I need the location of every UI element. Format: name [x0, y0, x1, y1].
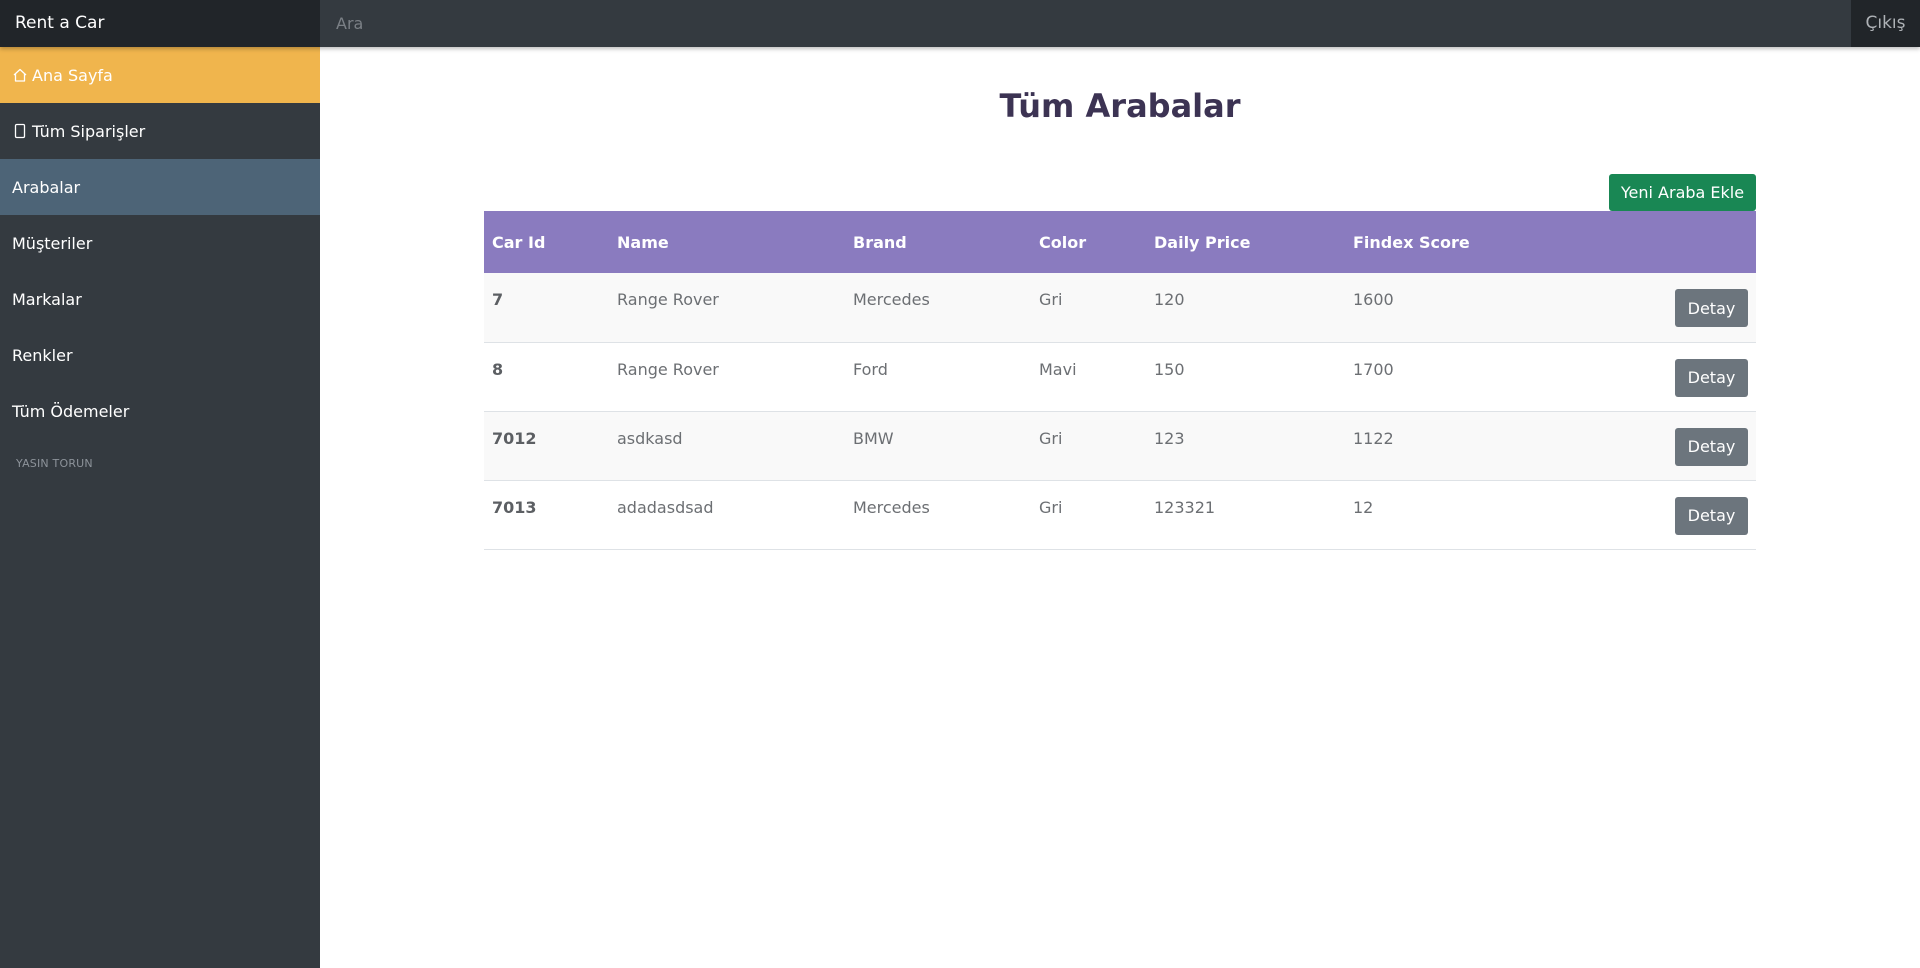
- table-row: 7013 adadasdsad Mercedes Gri 123321 12 D…: [484, 480, 1756, 549]
- sidebar-item-label: Renkler: [12, 345, 73, 365]
- phone-icon: [12, 123, 28, 139]
- add-car-button[interactable]: Yeni Araba Ekle: [1609, 174, 1756, 211]
- cars-table-container: Car Id Name Brand Color Daily Price Find…: [484, 211, 1756, 550]
- cell-brand: Mercedes: [853, 497, 930, 517]
- cell-color: Gri: [1039, 290, 1063, 309]
- sidebar-item-label: Ana Sayfa: [32, 65, 113, 85]
- cell-findex-score: 1122: [1353, 428, 1394, 448]
- cell-daily-price: 123321: [1154, 497, 1216, 517]
- brand-link[interactable]: Rent a Car: [0, 0, 320, 47]
- sidebar-item-label: Tüm Siparişler: [32, 121, 146, 141]
- cell-color: Mavi: [1039, 359, 1077, 379]
- cell-findex-score: 1700: [1353, 359, 1394, 379]
- table-row: 8 Range Rover Ford Mavi 150 1700 Detay: [484, 342, 1756, 411]
- cell-color: Gri: [1039, 497, 1063, 517]
- column-header-actions: [1575, 211, 1756, 273]
- column-header-color: Color: [1039, 232, 1087, 252]
- top-navbar: Rent a Car Çıkış: [0, 0, 1920, 47]
- main-content: Tüm Arabalar Yeni Araba Ekle Car Id Name…: [320, 47, 1920, 968]
- cell-actions: Detay: [1575, 411, 1756, 480]
- cell-actions: Detay: [1575, 342, 1756, 411]
- detail-button[interactable]: Detay: [1675, 496, 1748, 535]
- sidebar-item-customers[interactable]: Müşteriler: [0, 215, 320, 271]
- cell-findex-score: 12: [1353, 497, 1374, 517]
- home-icon: [12, 67, 28, 83]
- page-title: Tüm Arabalar: [999, 87, 1241, 125]
- sidebar-item-home[interactable]: Ana Sayfa: [0, 47, 320, 103]
- sidebar: Ana Sayfa Tüm Siparişler Arabalar Müşter…: [0, 47, 320, 968]
- table-row: 7012 asdkasd BMW Gri 123 1122 Detay: [484, 411, 1756, 480]
- sidebar-item-brands[interactable]: Markalar: [0, 271, 320, 327]
- cell-car-id: 7013: [492, 497, 537, 517]
- cell-name: Range Rover: [617, 359, 719, 379]
- sidebar-user-name: YASIN TORUN: [16, 457, 93, 470]
- cell-name: Range Rover: [617, 290, 719, 309]
- table-row: 7 Range Rover Mercedes Gri 120 1600 Deta…: [484, 273, 1756, 342]
- cell-name: asdkasd: [617, 428, 683, 448]
- sidebar-item-label: Arabalar: [12, 177, 81, 197]
- cell-car-id: 7: [492, 290, 504, 309]
- sidebar-item-label: Müşteriler: [12, 233, 93, 253]
- detail-button[interactable]: Detay: [1675, 289, 1748, 327]
- cell-findex-score: 1600: [1353, 290, 1394, 309]
- cell-brand: BMW: [853, 428, 894, 448]
- sidebar-item-cars[interactable]: Arabalar: [0, 159, 320, 215]
- cell-daily-price: 150: [1154, 359, 1185, 379]
- cars-table: Car Id Name Brand Color Daily Price Find…: [484, 211, 1756, 550]
- cell-color: Gri: [1039, 428, 1063, 448]
- cell-brand: Mercedes: [853, 290, 930, 309]
- sidebar-item-label: Markalar: [12, 289, 82, 309]
- cell-brand: Ford: [853, 359, 888, 379]
- column-header-name: Name: [617, 232, 669, 252]
- sidebar-item-label: Tüm Ödemeler: [12, 401, 130, 421]
- sidebar-item-orders[interactable]: Tüm Siparişler: [0, 103, 320, 159]
- cell-car-id: 8: [492, 359, 504, 379]
- logout-link[interactable]: Çıkış: [1851, 0, 1920, 47]
- cell-actions: Detay: [1575, 273, 1756, 342]
- cell-name: adadasdsad: [617, 497, 714, 517]
- search-input[interactable]: [320, 0, 1851, 47]
- column-header-brand: Brand: [853, 232, 907, 252]
- cell-actions: Detay: [1575, 480, 1756, 549]
- table-header-row: Car Id Name Brand Color Daily Price Find…: [484, 211, 1756, 273]
- detail-button[interactable]: Detay: [1675, 427, 1748, 466]
- sidebar-item-colors[interactable]: Renkler: [0, 327, 320, 383]
- column-header-car-id: Car Id: [492, 232, 546, 252]
- cell-car-id: 7012: [492, 428, 537, 448]
- sidebar-item-payments[interactable]: Tüm Ödemeler: [0, 383, 320, 439]
- column-header-daily-price: Daily Price: [1154, 232, 1251, 252]
- cell-daily-price: 120: [1154, 290, 1185, 309]
- column-header-findex-score: Findex Score: [1353, 232, 1470, 252]
- detail-button[interactable]: Detay: [1675, 358, 1748, 397]
- cell-daily-price: 123: [1154, 428, 1185, 448]
